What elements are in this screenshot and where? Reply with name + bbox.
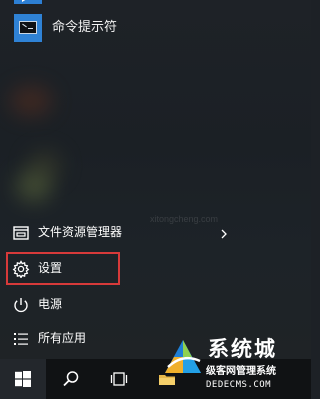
watermark: 系统城 级客网管理系统 DEDECMS.COM <box>148 333 311 399</box>
list-icon <box>12 330 30 348</box>
menu-item-label: 所有应用 <box>38 331 87 345</box>
menu-item-power[interactable]: 电源 <box>0 288 240 322</box>
menu-item-file-explorer[interactable]: 文件资源管理器 <box>0 216 240 250</box>
search-button[interactable] <box>48 359 94 399</box>
blurred-background-spot <box>10 86 52 116</box>
watermark-brand: 系统城 <box>208 337 277 361</box>
app-command-prompt[interactable]: 命令提示符 <box>0 14 311 46</box>
task-view-icon <box>109 369 129 389</box>
watermark-logo-icon <box>162 337 204 379</box>
task-view-button[interactable] <box>96 359 142 399</box>
menu-item-label: 文件资源管理器 <box>38 225 123 239</box>
chevron-right-icon[interactable] <box>219 226 229 240</box>
menu-item-label: 电源 <box>38 297 63 311</box>
watermark-subtitle: 级客网管理系统 <box>206 366 276 377</box>
watermark-site: DEDECMS.COM <box>206 380 272 390</box>
search-icon <box>61 369 81 389</box>
highlight-box <box>6 252 120 285</box>
file-explorer-icon <box>12 224 30 242</box>
partial-app-tile[interactable] <box>14 0 42 4</box>
windows-logo-icon <box>13 369 33 389</box>
power-icon <box>12 296 30 314</box>
command-prompt-icon <box>14 14 42 42</box>
start-menu: 命令提示符 xitongcheng.com 文件资源管理器 设置 电源 所有应用 <box>0 0 311 359</box>
blurred-background-spot <box>16 170 52 202</box>
app-label: 命令提示符 <box>52 20 118 35</box>
start-button[interactable] <box>0 359 46 399</box>
